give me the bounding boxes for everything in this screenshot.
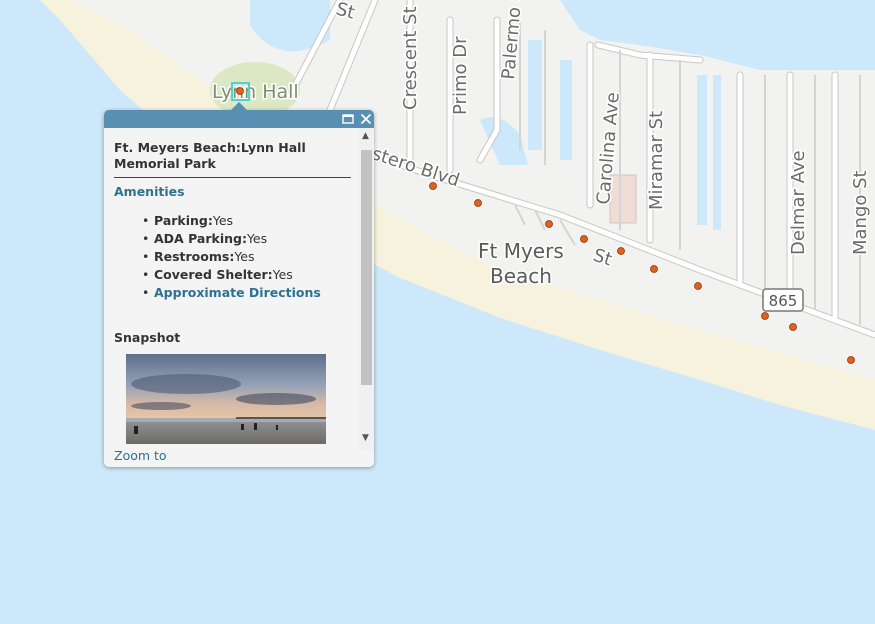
scroll-up-icon[interactable]: ▲ — [362, 131, 369, 141]
park-label: Lynn Hall — [212, 81, 299, 103]
snapshot-photo — [126, 354, 326, 444]
street-label-miramar: Miramar St — [646, 111, 667, 210]
town-label: Ft Myers — [478, 239, 564, 263]
beach-access-marker[interactable] — [789, 323, 797, 331]
amenity-value: Yes — [246, 231, 268, 246]
title-divider — [114, 177, 351, 178]
info-popup: Ft. Meyers Beach:Lynn Hall Memorial Park… — [104, 102, 374, 467]
close-icon[interactable] — [358, 111, 374, 127]
amenity-value: Yes — [272, 267, 293, 282]
street-label-delmar: Delmar Ave — [788, 150, 809, 255]
beach-access-marker[interactable] — [545, 220, 553, 228]
popup-title: Ft. Meyers Beach:Lynn Hall Memorial Park — [114, 140, 306, 171]
canal — [713, 75, 721, 230]
street-label-primo: Primo Dr — [450, 36, 471, 115]
popup-content[interactable]: Ft. Meyers Beach:Lynn Hall Memorial Park… — [104, 128, 358, 450]
highway-shield-label: 865 — [769, 292, 798, 310]
scroll-down-icon[interactable]: ▼ — [362, 433, 369, 443]
list-item: Approximate Directions — [142, 284, 321, 302]
beach-access-marker[interactable] — [474, 199, 482, 207]
canal — [697, 75, 707, 225]
street-label-mango: Mango St — [850, 170, 871, 255]
maximize-icon[interactable] — [340, 111, 356, 127]
amenity-key: Restrooms: — [154, 249, 235, 264]
street-label-crescent: Crescent St — [400, 6, 421, 110]
snapshot-heading: Snapshot — [114, 330, 181, 345]
popup-scrollbar[interactable]: ▲ ▼ — [358, 128, 374, 450]
zoom-to-link[interactable]: Zoom to — [114, 448, 167, 463]
amenity-key: ADA Parking: — [154, 231, 247, 246]
beach-access-marker[interactable] — [694, 282, 702, 290]
amenity-value: Yes — [234, 249, 255, 264]
scrollbar-thumb[interactable] — [361, 150, 372, 385]
beach-access-marker[interactable] — [847, 356, 855, 364]
amenities-heading: Amenities — [114, 184, 185, 199]
directions-link[interactable]: Approximate Directions — [154, 285, 321, 300]
list-item: Parking:Yes — [142, 212, 321, 230]
list-item: Restrooms:Yes — [142, 248, 321, 266]
beach-access-marker[interactable] — [580, 235, 588, 243]
amenity-key: Parking: — [154, 213, 213, 228]
amenity-value: Yes — [212, 213, 234, 228]
canal — [560, 60, 572, 160]
list-item: ADA Parking:Yes — [142, 230, 321, 248]
amenity-key: Covered Shelter: — [154, 267, 273, 282]
canal — [528, 40, 542, 150]
amenities-list: Parking:Yes ADA Parking:Yes Restrooms:Ye… — [142, 212, 321, 302]
beach-access-marker[interactable] — [761, 312, 769, 320]
list-item: Covered Shelter:Yes — [142, 266, 321, 284]
selected-beach-access-marker[interactable] — [236, 87, 244, 95]
beach-access-marker[interactable] — [617, 247, 625, 255]
popup-header — [104, 110, 374, 128]
town-label: Beach — [490, 264, 552, 288]
beach-access-marker[interactable] — [650, 265, 658, 273]
beach-access-marker[interactable] — [429, 182, 437, 190]
popup-pointer — [231, 102, 247, 110]
